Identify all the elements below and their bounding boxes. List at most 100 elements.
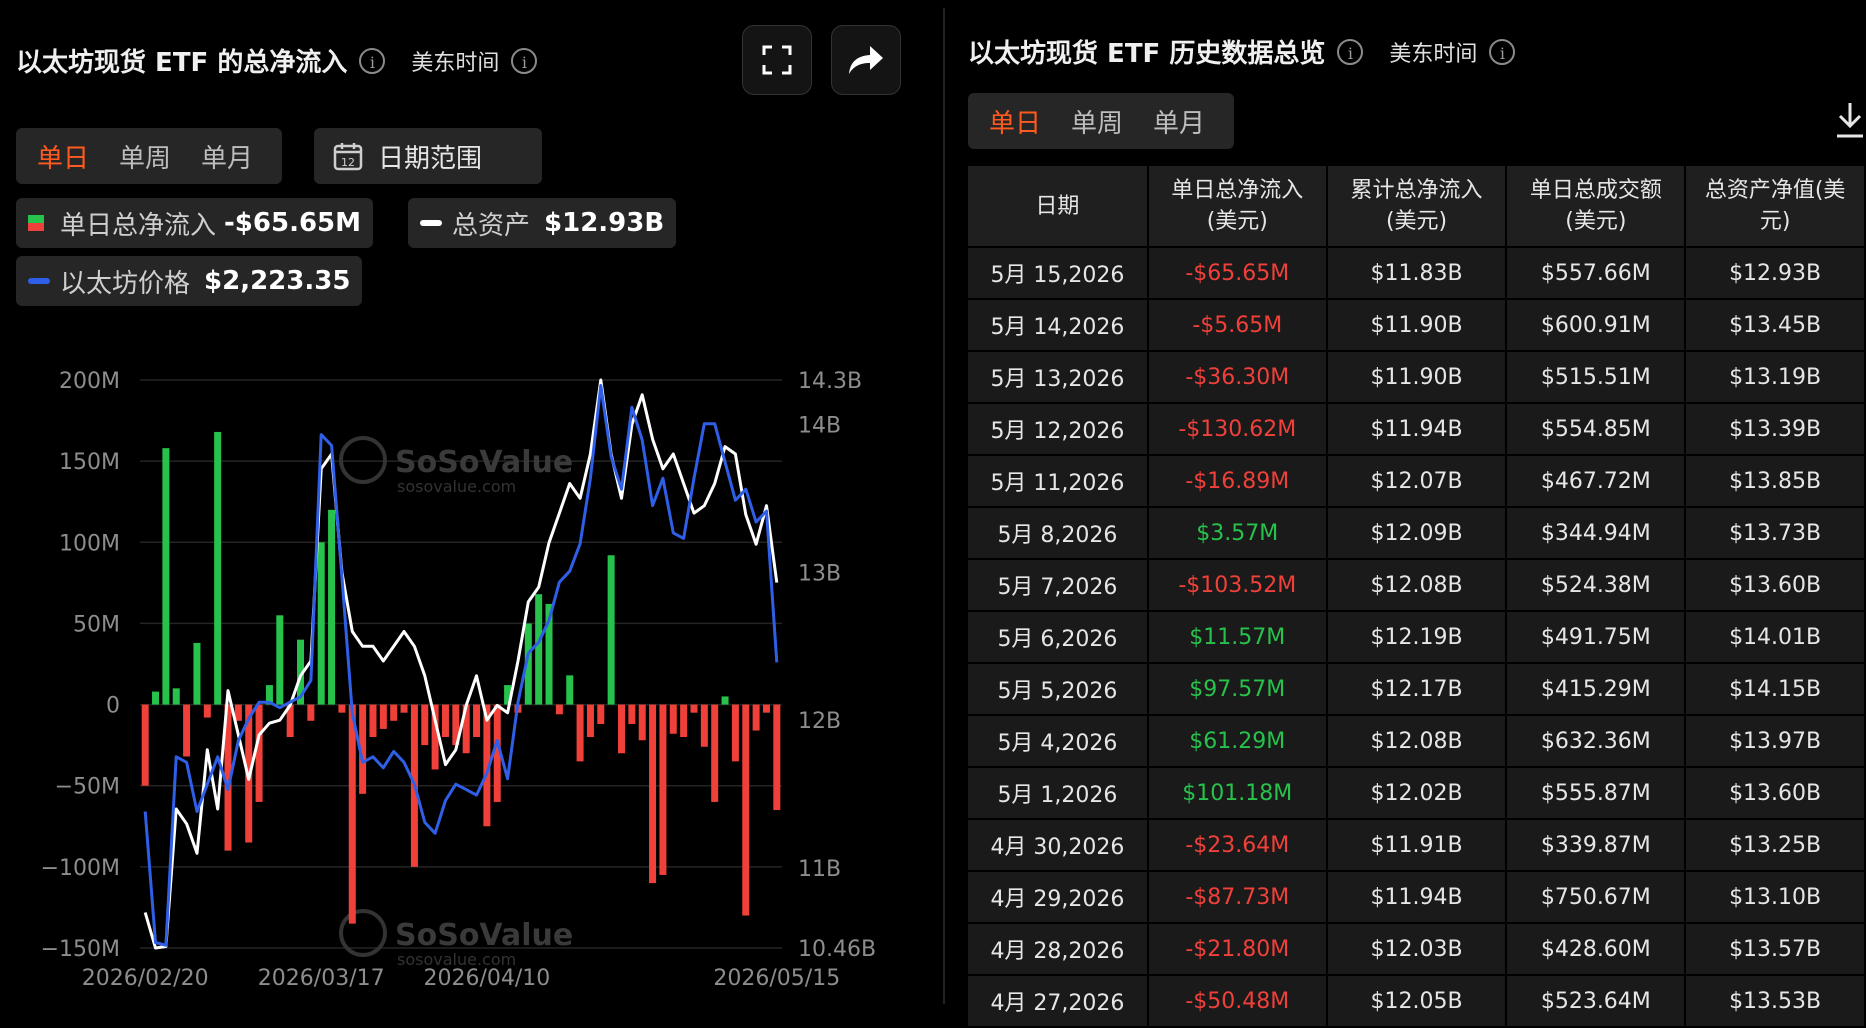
etf-flow-chart: SoSoValuesosovalue.comSoSoValuesosovalue… bbox=[41, 369, 876, 991]
flow-bar bbox=[473, 704, 481, 738]
flow-bar bbox=[566, 675, 574, 705]
value-cell: -$5.65M bbox=[1147, 299, 1328, 352]
info-icon[interactable]: i bbox=[359, 47, 386, 74]
flow-swatch bbox=[28, 215, 44, 231]
value-cell: $12.05B bbox=[1326, 975, 1508, 1028]
y-tick-label: −100M bbox=[41, 856, 120, 881]
chart-title: 以太坊现货 ETF 的总净流入 bbox=[16, 48, 348, 78]
fullscreen-button[interactable] bbox=[742, 25, 812, 95]
download-button[interactable] bbox=[1834, 100, 1866, 144]
value-cell: -$23.64M bbox=[1147, 819, 1328, 872]
legend-price: 以太坊价格 $2,223.35 bbox=[16, 256, 363, 306]
legend-price-label: 以太坊价格 bbox=[60, 268, 191, 299]
table-row: 5月 5,2026 $97.57M $12.17B $415.29M $14.15B bbox=[968, 663, 1866, 716]
flow-bar bbox=[731, 704, 739, 762]
share-button[interactable] bbox=[831, 25, 901, 95]
flow-bar bbox=[690, 704, 698, 713]
x-tick-label: 2026/04/10 bbox=[423, 966, 550, 991]
value-cell: $61.29M bbox=[1147, 715, 1328, 768]
date-cell: 5月 4,2026 bbox=[968, 715, 1149, 768]
info-icon[interactable]: i bbox=[1489, 38, 1516, 65]
value-cell: $344.94M bbox=[1506, 507, 1687, 560]
tab-week[interactable]: 单周 bbox=[104, 138, 186, 175]
value-cell: $555.87M bbox=[1506, 767, 1687, 820]
legend-assets-value: $12.93B bbox=[544, 208, 665, 238]
value-cell: $101.18M bbox=[1147, 767, 1328, 820]
value-cell: $13.45B bbox=[1685, 299, 1866, 352]
value-cell: $13.60B bbox=[1685, 767, 1866, 820]
info-icon[interactable]: i bbox=[1337, 38, 1364, 65]
flow-bar bbox=[441, 704, 449, 738]
value-cell: $632.36M bbox=[1506, 715, 1687, 768]
flow-bar bbox=[141, 704, 149, 786]
flow-bar bbox=[369, 704, 377, 738]
flow-bar bbox=[183, 704, 191, 757]
value-cell: $13.53B bbox=[1685, 975, 1866, 1028]
timezone-label: 美东时间 bbox=[411, 50, 500, 76]
flow-bar bbox=[607, 555, 615, 705]
y-tick-label: 50M bbox=[73, 612, 120, 637]
value-cell: $14.01B bbox=[1685, 611, 1866, 664]
date-range-label: 日期范围 bbox=[378, 143, 483, 174]
column-header: 日期 bbox=[968, 166, 1149, 248]
y2-tick-label: 13B bbox=[798, 561, 841, 586]
flow-bar bbox=[628, 704, 636, 725]
panel-divider bbox=[943, 8, 945, 1004]
tab-month[interactable]: 单月 bbox=[1138, 103, 1220, 140]
y-tick-label: 100M bbox=[59, 531, 120, 556]
flow-bar bbox=[193, 642, 201, 705]
flow-bar bbox=[328, 509, 336, 705]
y2-tick-label: 14B bbox=[798, 413, 841, 438]
flow-bar bbox=[576, 704, 584, 762]
value-cell: $11.83B bbox=[1326, 247, 1508, 300]
tab-day[interactable]: 单日 bbox=[22, 138, 104, 175]
flow-bar bbox=[711, 704, 719, 802]
value-cell: $12.02B bbox=[1326, 767, 1508, 820]
y2-tick-label: 14.3B bbox=[798, 369, 862, 394]
y2-tick-label: 11B bbox=[798, 857, 841, 882]
flow-bar bbox=[762, 704, 770, 713]
flow-bar bbox=[152, 691, 160, 705]
right-period-tabs: 单日 单周 单月 bbox=[968, 93, 1234, 149]
value-cell: $13.73B bbox=[1685, 507, 1866, 560]
tab-day[interactable]: 单日 bbox=[974, 103, 1056, 140]
flow-bar bbox=[597, 704, 605, 725]
date-range-button[interactable]: 12 日期范围 bbox=[314, 128, 542, 184]
info-icon[interactable]: i bbox=[511, 47, 538, 74]
table-row: 4月 29,2026 -$87.73M $11.94B $750.67M $13.10B bbox=[968, 871, 1866, 924]
flow-bar bbox=[659, 704, 667, 875]
table-body: 5月 15,2026 -$65.65M $11.83B $557.66M $12.93B… bbox=[968, 247, 1866, 1028]
table-row: 5月 4,2026 $61.29M $12.08B $632.36M $13.97B bbox=[968, 715, 1866, 768]
flow-bar bbox=[618, 704, 625, 754]
value-cell: $428.60M bbox=[1506, 923, 1687, 976]
y-tick-label: −50M bbox=[55, 775, 120, 800]
value-cell: -$16.89M bbox=[1147, 455, 1328, 508]
y-tick-label: 0 bbox=[106, 694, 120, 719]
value-cell: -$103.52M bbox=[1147, 559, 1328, 612]
column-header: 单日总净流入 (美元) bbox=[1147, 166, 1328, 248]
tab-month[interactable]: 单月 bbox=[186, 138, 268, 175]
date-cell: 4月 27,2026 bbox=[968, 975, 1149, 1028]
date-cell: 4月 28,2026 bbox=[968, 923, 1149, 976]
table-header-row: 日期 单日总净流入 (美元) 累计总净流入 (美元) 单日总成交额 (美元) 总资产净值… bbox=[968, 166, 1866, 248]
timezone-label: 美东时间 bbox=[1389, 41, 1478, 67]
value-cell: $524.38M bbox=[1506, 559, 1687, 612]
history-table: 日期 单日总净流入 (美元) 累计总净流入 (美元) 单日总成交额 (美元) 总资产净值… bbox=[968, 166, 1866, 1028]
value-cell: $339.87M bbox=[1506, 819, 1687, 872]
value-cell: $11.90B bbox=[1326, 299, 1508, 352]
right-header: 以太坊现货 ETF 历史数据总览 i 美东时间 i bbox=[968, 33, 1516, 70]
tab-week[interactable]: 单周 bbox=[1056, 103, 1138, 140]
value-cell: $13.19B bbox=[1685, 351, 1866, 404]
table-row: 5月 11,2026 -$16.89M $12.07B $467.72M $13.85B bbox=[968, 455, 1866, 508]
y2-tick-label: 10.46B bbox=[798, 937, 876, 962]
date-cell: 5月 11,2026 bbox=[968, 455, 1149, 508]
value-cell: $523.64M bbox=[1506, 975, 1687, 1028]
value-cell: $13.60B bbox=[1685, 559, 1866, 612]
y-tick-label: 150M bbox=[59, 450, 120, 475]
value-cell: $11.57M bbox=[1147, 611, 1328, 664]
value-cell: $415.29M bbox=[1506, 663, 1687, 716]
value-cell: $600.91M bbox=[1506, 299, 1687, 352]
flow-bar bbox=[586, 704, 594, 738]
flow-bar bbox=[379, 704, 387, 729]
y-tick-label: −150M bbox=[41, 937, 120, 962]
